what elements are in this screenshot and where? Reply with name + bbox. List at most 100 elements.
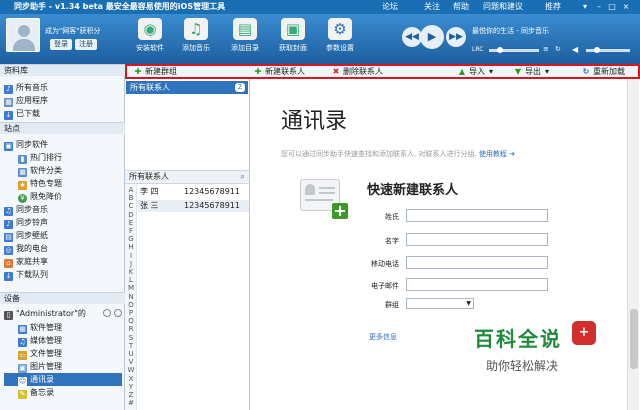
menu-feedback[interactable]: 问题和建议: [483, 0, 523, 14]
menu-recommend[interactable]: 推荐: [545, 0, 561, 14]
alphabet-letter[interactable]: I: [125, 252, 137, 260]
alphabet-letter[interactable]: R: [125, 325, 137, 333]
alphabet-letter[interactable]: H: [125, 243, 137, 251]
email-input[interactable]: [406, 278, 548, 291]
alphabet-letter[interactable]: G: [125, 235, 137, 243]
sidebar-item-ringtones[interactable]: ♪ 同步铃声: [4, 216, 48, 229]
alphabet-letter[interactable]: J: [125, 260, 137, 268]
watermark-subtitle: 助你轻松解决: [486, 359, 559, 373]
group-all-contacts[interactable]: 所有联系人 2: [126, 81, 248, 94]
sidebar-item-all-music[interactable]: ♪ 所有音乐: [4, 81, 48, 94]
import-button[interactable]: ▲ 导入 ▾: [457, 66, 493, 77]
progress-slider[interactable]: [489, 47, 539, 53]
new-group-button[interactable]: ✚ 新建群组: [133, 66, 177, 77]
contact-row[interactable]: 张 三 12345678911: [138, 200, 249, 212]
alphabet-letter[interactable]: Q: [125, 317, 137, 325]
volume-icon[interactable]: ◀: [572, 45, 578, 54]
sidebar-item-apps[interactable]: ▦ 应用程序: [4, 94, 48, 107]
sidebar-item-file-manager[interactable]: ▭ 文件管理: [18, 347, 62, 360]
more-info-link[interactable]: 更多信息: [369, 332, 397, 342]
alphabet-letter[interactable]: C: [125, 202, 137, 210]
play-button[interactable]: ▶: [420, 25, 444, 49]
device-settings-icon[interactable]: [103, 309, 111, 317]
sidebar-item-photo-manager[interactable]: ▣ 图片管理: [18, 360, 62, 373]
maximize-icon[interactable]: □: [607, 2, 617, 12]
alphabet-letter[interactable]: B: [125, 194, 137, 202]
sidebar-item-download-queue[interactable]: ↓ 下载队列: [4, 268, 48, 281]
menu-help[interactable]: 帮助: [453, 0, 469, 14]
previous-track-button[interactable]: ◀◀: [402, 27, 422, 47]
reload-button[interactable]: ↻ 重新加载: [581, 66, 625, 77]
alphabet-letter[interactable]: D: [125, 211, 137, 219]
avatar[interactable]: [6, 18, 40, 52]
alphabet-letter[interactable]: L: [125, 276, 137, 284]
alphabet-letter[interactable]: W: [125, 366, 137, 374]
login-button[interactable]: 登录: [50, 39, 72, 50]
sidebar-item-device[interactable]: ▯ "Administrator"的: [4, 307, 86, 320]
alphabet-letter[interactable]: X: [125, 375, 137, 383]
minimize-icon[interactable]: –: [594, 2, 604, 12]
watermark-title: 百科全说: [474, 327, 562, 351]
alphabet-letter[interactable]: A: [125, 186, 137, 194]
alphabet-letter[interactable]: V: [125, 358, 137, 366]
apps-icon: ▦: [4, 98, 13, 107]
eject-icon[interactable]: [114, 309, 122, 317]
first-name-input[interactable]: [406, 233, 548, 246]
alphabet-letter[interactable]: P: [125, 309, 137, 317]
tutorial-link[interactable]: 使用教程 ➔: [479, 150, 515, 158]
scrollbar-thumb[interactable]: [630, 309, 638, 369]
install-app-button[interactable]: ◉ 安装软件: [127, 18, 173, 62]
menu-forum[interactable]: 论坛: [382, 0, 398, 14]
watermark: 百科全说 + 助你轻松解决: [474, 321, 624, 383]
alphabet-letter[interactable]: T: [125, 342, 137, 350]
alphabet-letter[interactable]: E: [125, 219, 137, 227]
alphabet-letter[interactable]: O: [125, 301, 137, 309]
sidebar-item-notes[interactable]: ✎ 备忘录: [18, 386, 54, 399]
new-contact-button[interactable]: ✚ 新建联系人: [253, 66, 305, 77]
sidebar-item-media-manager[interactable]: ♫ 媒体管理: [18, 334, 62, 347]
repeat-icon[interactable]: ↻: [555, 45, 561, 53]
add-music-button[interactable]: ♫ 添加音乐: [173, 18, 219, 62]
sidebar-item-categories[interactable]: ▦ 软件分类: [18, 164, 62, 177]
volume-slider[interactable]: [586, 47, 630, 53]
sidebar-item-free-deals[interactable]: ¥ 限免降价: [18, 190, 62, 203]
contact-row[interactable]: 李 四 12345678911: [138, 186, 249, 198]
alphabet-letter[interactable]: Y: [125, 383, 137, 391]
get-cover-button[interactable]: ▣ 获取封面: [270, 18, 316, 62]
alphabet-letter[interactable]: Z: [125, 391, 137, 399]
skin-icon[interactable]: ▾: [580, 2, 590, 12]
sidebar-item-features[interactable]: ★ 特色专题: [18, 177, 62, 190]
star-icon: ★: [18, 181, 27, 190]
last-name-input[interactable]: [406, 209, 548, 222]
alphabet-letter[interactable]: #: [125, 399, 137, 407]
plus-icon: ✚: [134, 67, 142, 76]
alphabet-letter[interactable]: F: [125, 227, 137, 235]
sidebar-item-contacts[interactable]: ☺ 通讯录: [4, 373, 122, 386]
alphabet-letter[interactable]: N: [125, 293, 137, 301]
sidebar-item-software-manager[interactable]: ▦ 软件管理: [18, 321, 62, 334]
sidebar-item-top-charts[interactable]: ▮ 热门排行: [18, 151, 62, 164]
menu-follow[interactable]: 关注: [424, 0, 440, 14]
playlist-icon[interactable]: ≡: [543, 45, 549, 53]
alphabet-letter[interactable]: S: [125, 334, 137, 342]
search-icon[interactable]: ⌕: [241, 171, 245, 183]
mobile-input[interactable]: [406, 256, 548, 269]
sidebar-item-wallpapers[interactable]: ▤ 同步壁纸: [4, 229, 48, 242]
alphabet-letter[interactable]: U: [125, 350, 137, 358]
settings-button[interactable]: ⚙ 参数设置: [317, 18, 363, 62]
close-icon[interactable]: ×: [621, 2, 631, 12]
group-select[interactable]: ▼: [406, 298, 474, 309]
scrollbar[interactable]: [627, 79, 639, 410]
alphabet-letter[interactable]: K: [125, 268, 137, 276]
sidebar-item-sync-software[interactable]: ▣ 同步软件: [4, 138, 48, 151]
register-button[interactable]: 注册: [75, 39, 97, 50]
sidebar-item-radio[interactable]: ◎ 我的电台: [4, 242, 48, 255]
export-button[interactable]: ▼ 导出 ▾: [513, 66, 549, 77]
next-track-button[interactable]: ▶▶: [446, 27, 466, 47]
sidebar-item-home-sharing[interactable]: ⌂ 家庭共享: [4, 255, 48, 268]
alphabet-letter[interactable]: M: [125, 284, 137, 292]
sidebar-item-sync-music[interactable]: ♫ 同步音乐: [4, 203, 48, 216]
delete-contact-button[interactable]: ✖ 删除联系人: [331, 66, 383, 77]
add-folder-button[interactable]: ▤ 添加目录: [222, 18, 268, 62]
sidebar-item-downloaded[interactable]: ↓ 已下载: [4, 107, 40, 120]
